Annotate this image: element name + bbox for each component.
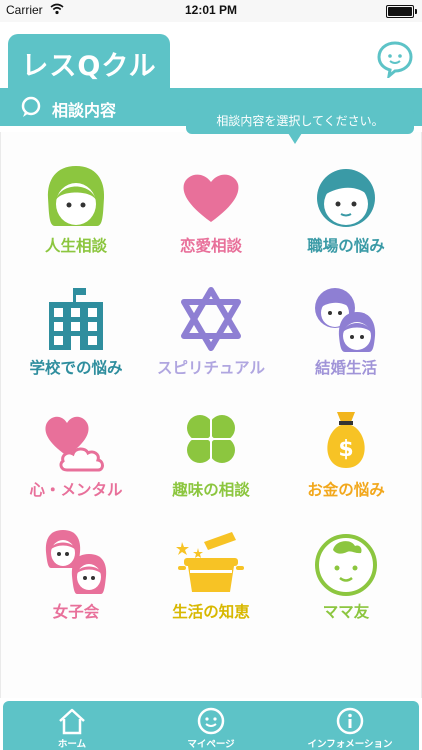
category-work[interactable]: 職場の悩み (276, 150, 416, 270)
category-mom-friends[interactable]: ママ友 (276, 516, 416, 636)
category-label: ママ友 (322, 603, 370, 621)
heart-icon (183, 174, 239, 222)
category-label: 女子会 (52, 603, 100, 621)
two-girls-icon (45, 530, 107, 594)
category-money[interactable]: $ お金の悩み (276, 394, 416, 514)
category-hobby[interactable]: 趣味の相談 (141, 394, 281, 514)
tab-home[interactable]: ホーム (3, 701, 141, 750)
baby-face-icon (315, 534, 377, 596)
category-label: 人生相談 (44, 237, 107, 255)
category-label: 趣味の相談 (172, 481, 250, 499)
tab-label: マイページ (187, 739, 235, 750)
money-bag-icon: $ (327, 412, 365, 468)
category-spiritual[interactable]: スピリチュアル (141, 272, 281, 392)
category-marriage[interactable]: 結婚生活 (276, 272, 416, 392)
clover-icon (187, 415, 235, 463)
logo-tab: レスQクル (8, 34, 170, 89)
category-mental[interactable]: 心・メンタル (6, 394, 146, 514)
tab-label: インフォメーション (307, 739, 393, 750)
cooking-pot-icon (176, 532, 244, 592)
instruction-tooltip: 相談内容を選択してください。 (186, 108, 414, 134)
category-girls[interactable]: 女子会 (6, 516, 146, 636)
section-title: 相談内容 (52, 101, 117, 120)
category-label: スピリチュアル (156, 359, 266, 377)
category-school[interactable]: 学校での悩み (6, 272, 146, 392)
clock: 12:01 PM (184, 3, 238, 17)
category-label: 結婚生活 (314, 359, 377, 377)
category-label: 心・メンタル (29, 481, 123, 499)
boy-face-icon (317, 169, 375, 227)
tooltip-arrow (288, 133, 302, 144)
tab-bar: ホーム マイページ インフォメーション (3, 701, 419, 750)
tab-information[interactable]: インフォメーション (281, 701, 419, 750)
speech-bubble-icon (21, 96, 41, 117)
school-building-icon (49, 288, 103, 350)
couple-icon (315, 288, 376, 352)
battery-icon (386, 5, 417, 18)
chat-bubble-icon[interactable] (376, 40, 414, 78)
status-bar: Carrier 12:01 PM (0, 0, 422, 22)
tab-label: ホーム (57, 739, 87, 750)
svg-text:$: $ (338, 437, 353, 462)
category-label: 学校での悩み (29, 359, 123, 377)
category-label: 生活の知恵 (172, 603, 250, 621)
category-lifehacks[interactable]: 生活の知恵 (141, 516, 281, 636)
girl-face-icon (47, 166, 105, 226)
category-label: 職場の悩み (307, 237, 385, 255)
heart-cloud-icon (45, 416, 104, 472)
app-logo: レスQクル (21, 51, 157, 82)
home-icon (59, 708, 85, 735)
info-icon (336, 707, 364, 735)
tab-mypage[interactable]: マイページ (142, 701, 280, 750)
category-label: お金の悩み (307, 481, 385, 499)
category-love[interactable]: 恋愛相談 (141, 150, 281, 270)
category-label: 恋愛相談 (179, 237, 242, 255)
category-life[interactable]: 人生相談 (6, 150, 146, 270)
hexagram-icon (181, 287, 241, 351)
smiley-icon (197, 707, 225, 735)
